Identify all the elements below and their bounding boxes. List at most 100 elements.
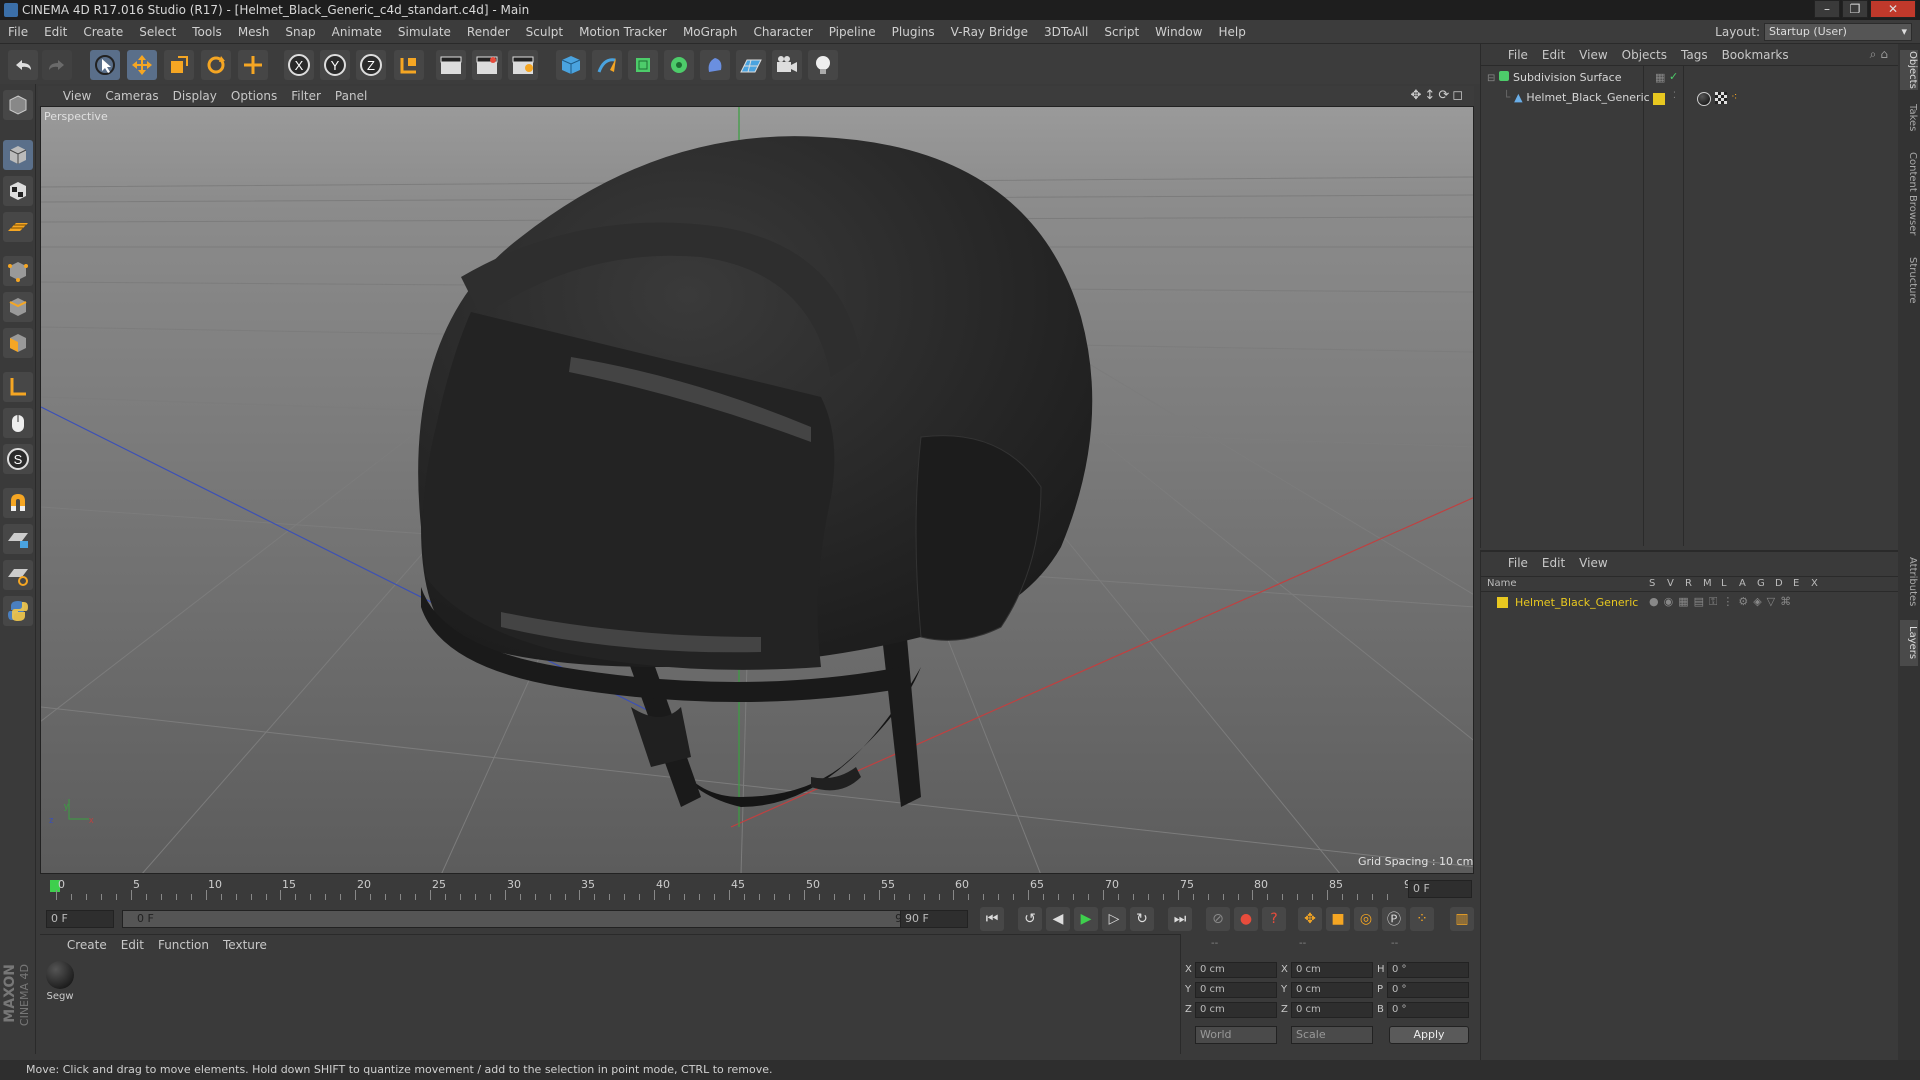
layer-col-animation[interactable]: A <box>1739 578 1746 589</box>
key-pla-button[interactable]: ⁘ <box>1410 907 1434 931</box>
menu-plugins[interactable]: Plugins <box>884 20 943 44</box>
render-settings-button[interactable] <box>508 50 538 80</box>
live-selection-button[interactable] <box>90 50 120 80</box>
material-menu-function[interactable]: Function <box>151 935 216 955</box>
menu-mesh[interactable]: Mesh <box>230 20 278 44</box>
texture-mode-button[interactable] <box>3 176 33 206</box>
viewport-nav-icons[interactable]: ✥↕⟳◻ <box>1411 88 1466 103</box>
edit-render-toggle[interactable]: ▦ <box>1655 71 1665 84</box>
record-button[interactable]: ⊘ <box>1206 907 1230 931</box>
key-rotation-button[interactable]: ◎ <box>1354 907 1378 931</box>
layer-col-render[interactable]: R <box>1685 578 1692 589</box>
menu-sculpt[interactable]: Sculpt <box>518 20 571 44</box>
menu-script[interactable]: Script <box>1096 20 1147 44</box>
position-x-field[interactable]: 0 cm <box>1195 962 1277 978</box>
layer-menu-edit[interactable]: Edit <box>1535 552 1572 574</box>
layer-menu-file[interactable]: File <box>1501 552 1535 574</box>
layer-col-view[interactable]: V <box>1667 578 1674 589</box>
rotation-p-field[interactable]: 0 ° <box>1387 982 1469 998</box>
object-row-subdivision[interactable]: ⊟ Subdivision Surface ▦ ✓ <box>1487 70 1897 88</box>
tweak-mode-button[interactable] <box>3 408 33 438</box>
polygons-mode-button[interactable] <box>3 328 33 358</box>
viewport-menu-view[interactable]: View <box>56 86 98 106</box>
key-position-button[interactable]: ✥ <box>1298 907 1322 931</box>
layer-toggle-icons[interactable]: ●◉▦▤⚿⋮⚙◈▽⌘ <box>1649 595 1796 609</box>
layer-col-solo[interactable]: S <box>1649 578 1655 589</box>
end-frame-field[interactable]: 90 F <box>900 910 968 928</box>
menu-character[interactable]: Character <box>745 20 820 44</box>
layer-col-expressions[interactable]: E <box>1793 578 1799 589</box>
python-button[interactable] <box>3 596 33 626</box>
viewport-menu-cameras[interactable]: Cameras <box>98 86 165 106</box>
uvw-tag-icon[interactable] <box>1715 92 1727 104</box>
side-tab-takes[interactable]: Takes <box>1900 100 1918 136</box>
close-button[interactable]: ✕ <box>1870 0 1916 18</box>
redo-button[interactable] <box>42 50 72 80</box>
axis-mode-button[interactable] <box>3 372 33 402</box>
object-menu-file[interactable]: File <box>1501 44 1535 66</box>
menu-select[interactable]: Select <box>131 20 184 44</box>
size-mode-select[interactable]: Scale <box>1291 1026 1373 1044</box>
layer-col-locked[interactable]: L <box>1721 578 1727 589</box>
material-menu-edit[interactable]: Edit <box>114 935 151 955</box>
viewport-menu-filter[interactable]: Filter <box>284 86 328 106</box>
side-tab-content-browser[interactable]: Content Browser <box>1900 144 1918 244</box>
material-menu-create[interactable]: Create <box>60 935 114 955</box>
menu-help[interactable]: Help <box>1210 20 1253 44</box>
go-to-start-button[interactable]: ⏮ <box>980 907 1004 931</box>
add-mograph-button[interactable] <box>664 50 694 80</box>
side-tab-structure[interactable]: Structure <box>1900 250 1918 310</box>
current-frame-field[interactable]: 0 F <box>1408 880 1472 898</box>
position-y-field[interactable]: 0 cm <box>1195 982 1277 998</box>
size-z-field[interactable]: 0 cm <box>1291 1002 1373 1018</box>
layout-select[interactable]: Startup (User) ▾ <box>1764 23 1912 41</box>
material-menu-texture[interactable]: Texture <box>216 935 274 955</box>
viewport-menu-panel[interactable]: Panel <box>328 86 374 106</box>
menu-render[interactable]: Render <box>459 20 518 44</box>
rotate-tool-button[interactable] <box>201 50 231 80</box>
layer-col-manager[interactable]: M <box>1703 578 1712 589</box>
viewport-menu-options[interactable]: Options <box>224 86 284 106</box>
object-menu-edit[interactable]: Edit <box>1535 44 1572 66</box>
size-y-field[interactable]: 0 cm <box>1291 982 1373 998</box>
start-frame-field[interactable]: 0 F <box>46 910 114 928</box>
menu-create[interactable]: Create <box>75 20 131 44</box>
edges-mode-button[interactable] <box>3 292 33 322</box>
position-z-field[interactable]: 0 cm <box>1195 1002 1277 1018</box>
object-menu-tags[interactable]: Tags <box>1674 44 1715 66</box>
menu-animate[interactable]: Animate <box>324 20 390 44</box>
phong-tag-icon[interactable]: ⁖ <box>1731 90 1737 103</box>
lock-workplane-button[interactable] <box>3 524 33 554</box>
apply-button[interactable]: Apply <box>1389 1026 1469 1044</box>
layer-menu-view[interactable]: View <box>1572 552 1614 574</box>
layer-col-deformers[interactable]: D <box>1775 578 1783 589</box>
render-view-button[interactable] <box>436 50 466 80</box>
layer-col-name[interactable]: Name <box>1487 578 1517 589</box>
menu-simulate[interactable]: Simulate <box>390 20 459 44</box>
visibility-dots-icon[interactable]: ⁚ <box>1673 91 1676 101</box>
menu-vray-bridge[interactable]: V-Ray Bridge <box>943 20 1036 44</box>
coordinate-mode-select[interactable]: World <box>1195 1026 1277 1044</box>
menu-mograph[interactable]: MoGraph <box>675 20 746 44</box>
snap-button[interactable]: S <box>3 444 33 474</box>
material-item[interactable]: Segw <box>44 961 76 1015</box>
side-tab-attributes[interactable]: Attributes <box>1900 550 1918 614</box>
play-button[interactable]: ▶ <box>1074 907 1098 931</box>
add-deformer-button[interactable] <box>700 50 730 80</box>
undo-button[interactable] <box>8 50 38 80</box>
autokey-button[interactable]: ● <box>1234 907 1258 931</box>
search-icon[interactable]: ⌕⌂ <box>1870 47 1892 62</box>
z-axis-lock-button[interactable]: Z <box>356 50 386 80</box>
menu-file[interactable]: File <box>0 20 36 44</box>
layer-color-swatch[interactable] <box>1653 93 1665 105</box>
previous-key-button[interactable]: ↺ <box>1018 907 1042 931</box>
menu-3dtoall[interactable]: 3DToAll <box>1036 20 1096 44</box>
side-tab-layers[interactable]: Layers <box>1900 620 1918 666</box>
object-row-helmet[interactable]: └ ▲ Helmet_Black_Generic ⁚ ⁖ <box>1503 90 1897 108</box>
add-light-button[interactable] <box>808 50 838 80</box>
workplane-mode-button[interactable] <box>3 212 33 242</box>
render-picture-viewer-button[interactable] <box>472 50 502 80</box>
maximize-button[interactable]: ❐ <box>1842 0 1868 18</box>
add-cube-button[interactable] <box>556 50 586 80</box>
size-x-field[interactable]: 0 cm <box>1291 962 1373 978</box>
